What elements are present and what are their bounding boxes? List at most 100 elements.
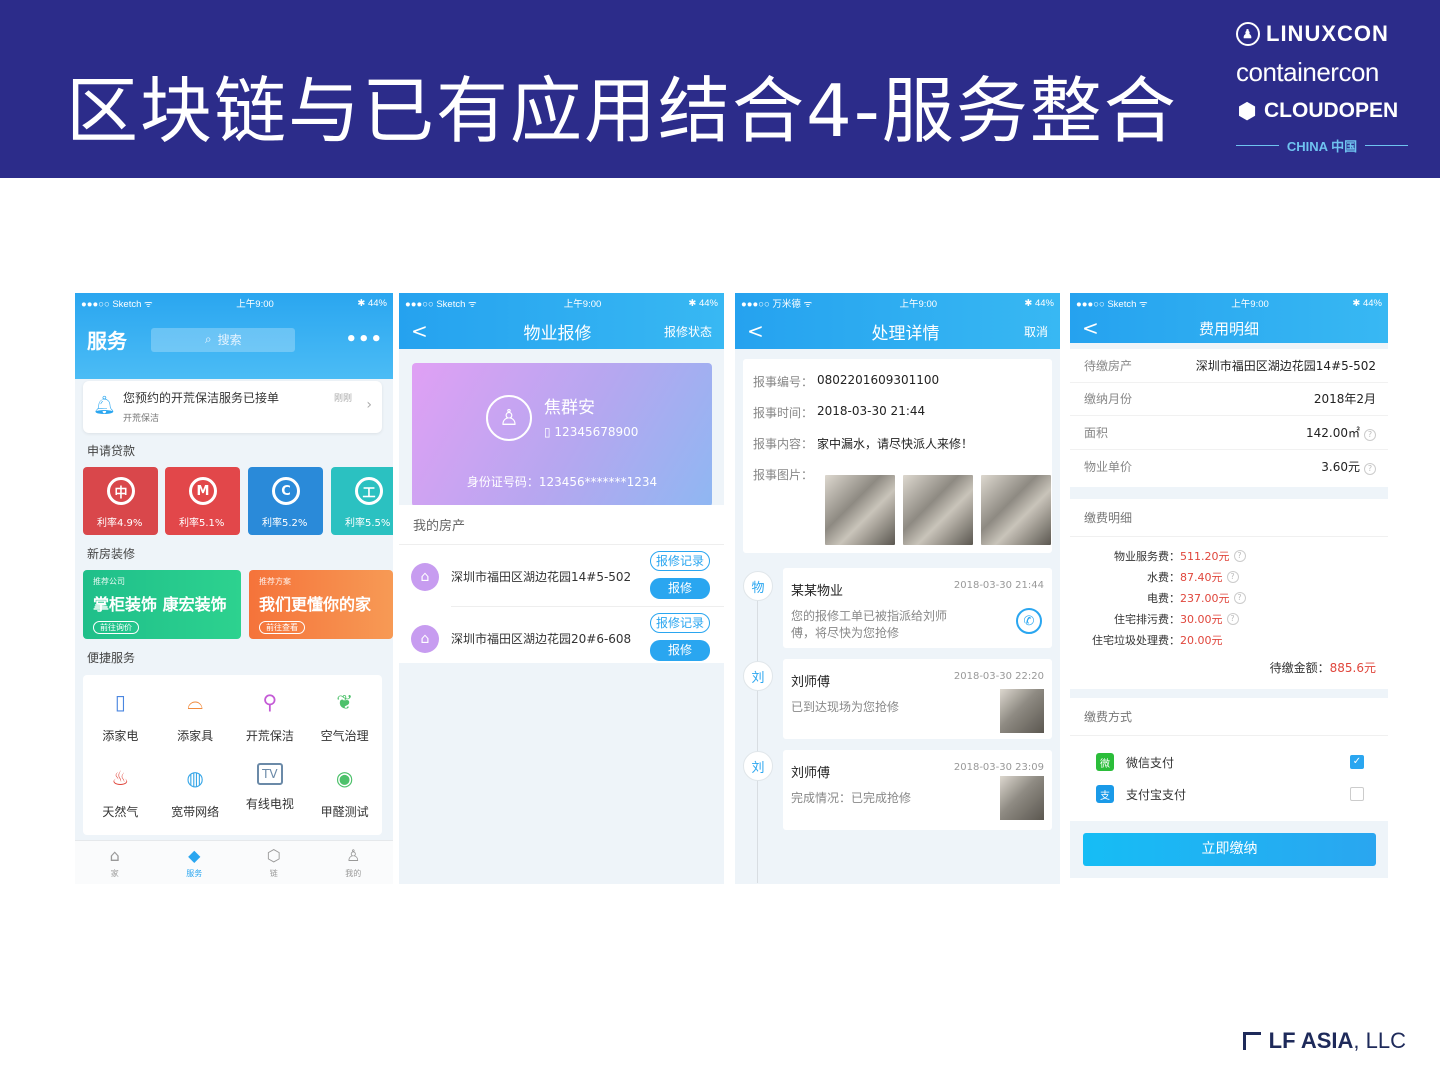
deco-card-company[interactable]: 推荐公司 掌柜装饰 康宏装饰 前往询价 [83,570,241,639]
house-icon: ⌂ [411,563,439,591]
phone-call-icon[interactable]: ✆ [1016,608,1042,634]
payment-checkbox[interactable] [1350,787,1364,801]
cancel-button[interactable]: 取消 [1024,323,1048,340]
footer-suffix: , LLC [1353,1028,1406,1053]
bank-icon: 中 [107,477,135,505]
list-item: ⌂ 深圳市福田区湖边花园14#5-502 报修记录 报修 [411,545,724,607]
row-value: 142.00㎡ [1306,425,1360,440]
report-photo[interactable] [825,475,895,545]
help-icon[interactable]: ? [1226,612,1239,625]
conference-brand: ♟ LINUXCON containercon ⬢ CLOUDOPEN CHINA … [1236,18,1409,155]
chevron-right-icon: › [366,397,372,413]
diamond-icon: ◆ [188,846,201,865]
service-label: 添家电 [102,729,139,743]
property-address: 深圳市福田区湖边花园14#5-502 [451,570,632,584]
loan-card[interactable]: 工 利率5.5% [331,467,393,535]
deco-button[interactable]: 前往查看 [259,621,305,634]
back-icon[interactable]: < [1082,316,1122,340]
report-photo[interactable] [981,475,1051,545]
help-icon[interactable]: ? [1364,462,1376,475]
service-label: 甲醛测试 [320,805,369,819]
tab-chain[interactable]: ⬡ 链 [234,841,314,884]
loan-card[interactable]: 中 利率4.9% [83,467,158,535]
loan-rate: 利率5.2% [262,518,308,529]
tab-home[interactable]: ⌂ 家 [75,841,155,884]
brand-linuxcon: LINUXCON [1266,21,1389,46]
loan-card[interactable]: C 利率5.2% [248,467,323,535]
repair-record-button[interactable]: 报修记录 [650,551,710,571]
service-cable-tv[interactable]: TV 有线电视 [233,763,308,841]
timeline-card: 刘师傅 2018-03-30 22:20 已到达现场为您抢修 [783,659,1052,739]
tab-service[interactable]: ◆ 服务 [155,841,235,884]
report-photo[interactable] [903,475,973,545]
status-time: 上午9:00 [1231,299,1269,310]
tab-mine[interactable]: ♙ 我的 [314,841,394,884]
status-battery: ✱ 44% [688,297,718,309]
repair-status-link[interactable]: 报修状态 [664,323,712,340]
sofa-icon: ⌓ [187,690,204,714]
repair-record-button[interactable]: 报修记录 [650,613,710,633]
help-icon[interactable]: ? [1233,591,1246,604]
notification-card[interactable]: 🔔︎ 您预约的开荒保洁服务已接单 开荒保洁 刚刚 › [83,381,382,433]
tab-label: 我的 [345,869,362,878]
footer-name: LF ASIA [1268,1028,1354,1053]
timeline-message: 已到达现场为您抢修 [791,700,900,714]
service-formaldehyde[interactable]: ◉ 甲醛测试 [307,763,382,841]
user-phone: 12345678900 [554,425,639,439]
help-icon[interactable]: ? [1233,549,1246,562]
payment-option-wechat[interactable]: 微 微信支付 ✓ [1070,746,1388,778]
fee-label: 物业服务费： [1114,549,1180,563]
service-label: 开荒保洁 [245,729,294,743]
fee-value: 237.00元 [1180,591,1230,605]
report-info-card: 报事编号： 0802201609301100 报事时间： 2018-03-30 21… [743,359,1052,553]
service-label: 天然气 [102,805,139,819]
search-placeholder: 搜索 [217,333,242,347]
back-icon[interactable]: < [747,319,787,343]
service-grid: ▯ 添家电 ⌓ 添家具 ⚲ 开荒保洁 ❦ 空气治理 ♨ 天然气 ◍ 宽带网络 TV 有线电视 … [83,675,382,835]
deco-card-plan[interactable]: 推荐方案 我们更懂你的家 前往查看 [249,570,393,639]
service-appliance[interactable]: ▯ 添家电 [83,687,158,763]
fee-value: 511.20元 [1180,549,1230,563]
brand-containercon: containercon [1236,57,1379,87]
repair-button[interactable]: 报修 [650,640,710,661]
nav-title: 费用明细 [1198,319,1259,338]
total-value: 885.6元 [1329,661,1376,675]
back-icon[interactable]: < [411,319,451,343]
nav-title: 物业报修 [523,323,592,344]
service-gas[interactable]: ♨ 天然气 [83,763,158,841]
loan-rate: 利率5.1% [179,518,225,529]
info-value: 家中漏水，请尽快派人来修！ [817,437,974,451]
penguin-icon: ♟ [1236,22,1260,46]
service-label: 宽带网络 [171,805,220,819]
help-icon[interactable]: ? [1364,428,1376,441]
payment-checkbox[interactable]: ✓ [1350,755,1364,769]
timeline-name: 某某物业 [791,584,844,599]
service-cleaning[interactable]: ⚲ 开荒保洁 [233,687,308,763]
payment-option-alipay[interactable]: 支 支付宝支付 [1070,778,1388,810]
status-battery: ✱ 44% [1024,297,1054,309]
pay-now-button[interactable]: 立即缴纳 [1083,833,1376,866]
repair-button[interactable]: 报修 [650,578,710,599]
search-icon: ⌕ [204,332,212,346]
timeline-time: 2018-03-30 22:20 [953,671,1044,682]
help-icon[interactable]: ? [1226,570,1239,583]
status-time: 上午9:00 [899,299,938,310]
user-icon: ♙ [346,846,361,865]
property-address: 深圳市福田区湖边花园20#6-608 [451,632,632,646]
service-air[interactable]: ❦ 空气治理 [307,687,382,763]
fee-value: 87.40元 [1180,570,1223,584]
section-deco: 新房装修 [87,547,136,561]
property-list-header: 我的房产 [399,505,724,545]
service-broadband[interactable]: ◍ 宽带网络 [158,763,233,841]
status-carrier: ●●●○○ 万米德 ᯤ [741,299,813,310]
timeline-photo[interactable] [1000,689,1044,733]
more-icon[interactable]: ••• [345,329,383,350]
deco-button[interactable]: 前往询价 [93,621,139,634]
service-label: 有线电视 [245,797,294,811]
service-furniture[interactable]: ⌓ 添家具 [158,687,233,763]
fridge-icon: ▯ [114,690,126,714]
timeline-photo[interactable] [1000,776,1044,820]
status-carrier: ●●●○○ Sketch ᯤ [81,298,153,310]
search-input[interactable]: ⌕ 搜索 [151,327,296,352]
loan-card[interactable]: M 利率5.1% [165,467,240,535]
